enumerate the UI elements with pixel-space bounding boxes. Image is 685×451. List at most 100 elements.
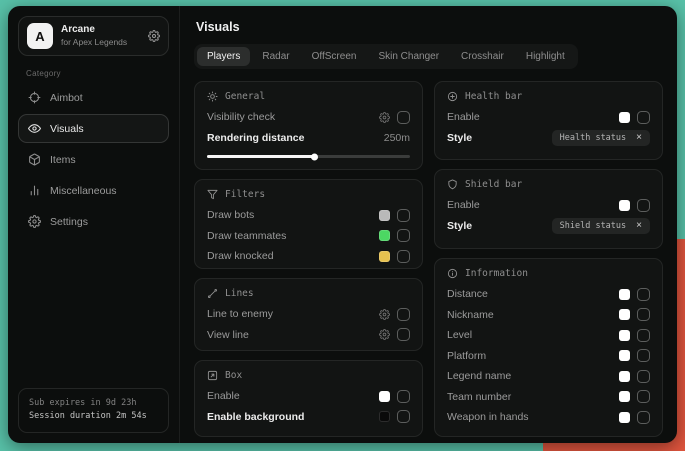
color-swatch[interactable] bbox=[619, 330, 630, 341]
row-label: Rendering distance bbox=[207, 132, 304, 144]
health-style-select[interactable]: Health status × bbox=[552, 130, 650, 146]
health-icon bbox=[447, 91, 458, 102]
visibility-check-row: Visibility check bbox=[207, 107, 410, 128]
app-title-block: Arcane for Apex Legends bbox=[61, 24, 140, 47]
draw-bots-checkbox[interactable] bbox=[397, 209, 410, 222]
color-swatch[interactable] bbox=[619, 112, 630, 123]
distance-checkbox[interactable] bbox=[637, 288, 650, 301]
team-number-checkbox[interactable] bbox=[637, 390, 650, 403]
tab-radar[interactable]: Radar bbox=[252, 47, 299, 66]
color-swatch[interactable] bbox=[379, 230, 390, 241]
draw-teammates-checkbox[interactable] bbox=[397, 229, 410, 242]
tab-offscreen[interactable]: OffScreen bbox=[302, 47, 367, 66]
card-header: Box bbox=[207, 370, 410, 381]
tab-crosshair[interactable]: Crosshair bbox=[451, 47, 514, 66]
shield-style-select[interactable]: Shield status × bbox=[552, 218, 650, 234]
row-label: Visibility check bbox=[207, 111, 275, 123]
sidebar-item-aimbot[interactable]: Aimbot bbox=[18, 83, 169, 112]
box-arrow-icon bbox=[207, 370, 218, 381]
slider-fill bbox=[207, 155, 315, 158]
visibility-check-checkbox[interactable] bbox=[397, 111, 410, 124]
tab-players[interactable]: Players bbox=[197, 47, 250, 66]
rendering-distance-slider[interactable] bbox=[207, 152, 410, 161]
session-duration-text: Session duration 2m 54s bbox=[29, 410, 158, 424]
shield-bar-card: Shield bar Enable Style Shield status bbox=[434, 169, 663, 249]
color-swatch[interactable] bbox=[379, 251, 390, 262]
cube-icon bbox=[28, 153, 41, 166]
level-row: Level bbox=[447, 325, 650, 346]
box-card: Box Enable Enable background bbox=[194, 360, 423, 437]
color-swatch[interactable] bbox=[619, 350, 630, 361]
line-to-enemy-checkbox[interactable] bbox=[397, 308, 410, 321]
draw-knocked-checkbox[interactable] bbox=[397, 250, 410, 263]
tab-skin-changer[interactable]: Skin Changer bbox=[368, 47, 449, 66]
team-number-row: Team number bbox=[447, 387, 650, 408]
sidebar: A Arcane for Apex Legends Category Aimbo… bbox=[8, 6, 180, 443]
sidebar-item-label: Visuals bbox=[50, 123, 84, 135]
health-enable-row: Enable bbox=[447, 107, 650, 128]
tab-bar: Players Radar OffScreen Skin Changer Cro… bbox=[194, 44, 578, 69]
platform-checkbox[interactable] bbox=[637, 349, 650, 362]
left-column: General Visibility check Rendering dista… bbox=[194, 81, 423, 437]
rendering-distance-row: Rendering distance 250m bbox=[207, 128, 410, 149]
health-enable-checkbox[interactable] bbox=[637, 111, 650, 124]
level-checkbox[interactable] bbox=[637, 329, 650, 342]
sidebar-nav: Aimbot Visuals Items Miscellaneous bbox=[18, 83, 169, 236]
nickname-checkbox[interactable] bbox=[637, 308, 650, 321]
sidebar-item-visuals[interactable]: Visuals bbox=[18, 114, 169, 143]
funnel-icon bbox=[207, 189, 218, 200]
gear-icon[interactable] bbox=[379, 309, 390, 320]
slider-thumb[interactable] bbox=[311, 153, 318, 160]
app-subtitle: for Apex Legends bbox=[61, 37, 140, 48]
row-label: Weapon in hands bbox=[447, 411, 529, 423]
sidebar-item-settings[interactable]: Settings bbox=[18, 207, 169, 236]
selected-style-value: Health status bbox=[560, 133, 627, 143]
lines-card: Lines Line to enemy View line bbox=[194, 278, 423, 351]
row-label: Distance bbox=[447, 288, 488, 300]
color-swatch[interactable] bbox=[379, 391, 390, 402]
selected-style-value: Shield status bbox=[560, 221, 627, 231]
row-label: Line to enemy bbox=[207, 308, 273, 320]
color-swatch[interactable] bbox=[619, 412, 630, 423]
color-swatch[interactable] bbox=[619, 309, 630, 320]
box-enable-background-checkbox[interactable] bbox=[397, 410, 410, 423]
clear-icon[interactable]: × bbox=[636, 221, 642, 231]
color-swatch[interactable] bbox=[619, 289, 630, 300]
gear-icon[interactable] bbox=[148, 30, 160, 42]
category-label: Category bbox=[26, 69, 169, 78]
box-enable-background-row: Enable background bbox=[207, 407, 410, 428]
color-swatch[interactable] bbox=[619, 371, 630, 382]
sidebar-item-items[interactable]: Items bbox=[18, 145, 169, 174]
gear-icon[interactable] bbox=[379, 329, 390, 340]
filters-card: Filters Draw bots Draw teammates bbox=[194, 179, 423, 269]
clear-icon[interactable]: × bbox=[636, 133, 642, 143]
card-header: Information bbox=[447, 268, 650, 279]
right-column: Health bar Enable Style Health status bbox=[434, 81, 663, 437]
weapon-in-hands-checkbox[interactable] bbox=[637, 411, 650, 424]
sub-expires-text: Sub expires in 9d 23h bbox=[29, 397, 158, 411]
card-title: Lines bbox=[225, 288, 254, 299]
card-title: Shield bar bbox=[465, 179, 522, 190]
color-swatch[interactable] bbox=[379, 411, 390, 422]
view-line-checkbox[interactable] bbox=[397, 328, 410, 341]
color-swatch[interactable] bbox=[619, 200, 630, 211]
color-swatch[interactable] bbox=[379, 210, 390, 221]
card-title: General bbox=[225, 91, 265, 102]
nickname-row: Nickname bbox=[447, 305, 650, 326]
legend-name-checkbox[interactable] bbox=[637, 370, 650, 383]
app-logo-card: A Arcane for Apex Legends bbox=[18, 16, 169, 56]
row-label: Enable bbox=[447, 111, 480, 123]
shield-enable-checkbox[interactable] bbox=[637, 199, 650, 212]
information-card: Information Distance Nickname bbox=[434, 258, 663, 437]
crosshair-icon bbox=[28, 91, 41, 104]
tab-highlight[interactable]: Highlight bbox=[516, 47, 575, 66]
card-title: Box bbox=[225, 370, 242, 381]
app-name: Arcane bbox=[61, 24, 140, 37]
box-enable-checkbox[interactable] bbox=[397, 390, 410, 403]
sidebar-item-miscellaneous[interactable]: Miscellaneous bbox=[18, 176, 169, 205]
color-swatch[interactable] bbox=[619, 391, 630, 402]
gear-icon[interactable] bbox=[379, 112, 390, 123]
info-icon bbox=[447, 268, 458, 279]
health-bar-card: Health bar Enable Style Health status bbox=[434, 81, 663, 160]
row-label: Nickname bbox=[447, 309, 494, 321]
